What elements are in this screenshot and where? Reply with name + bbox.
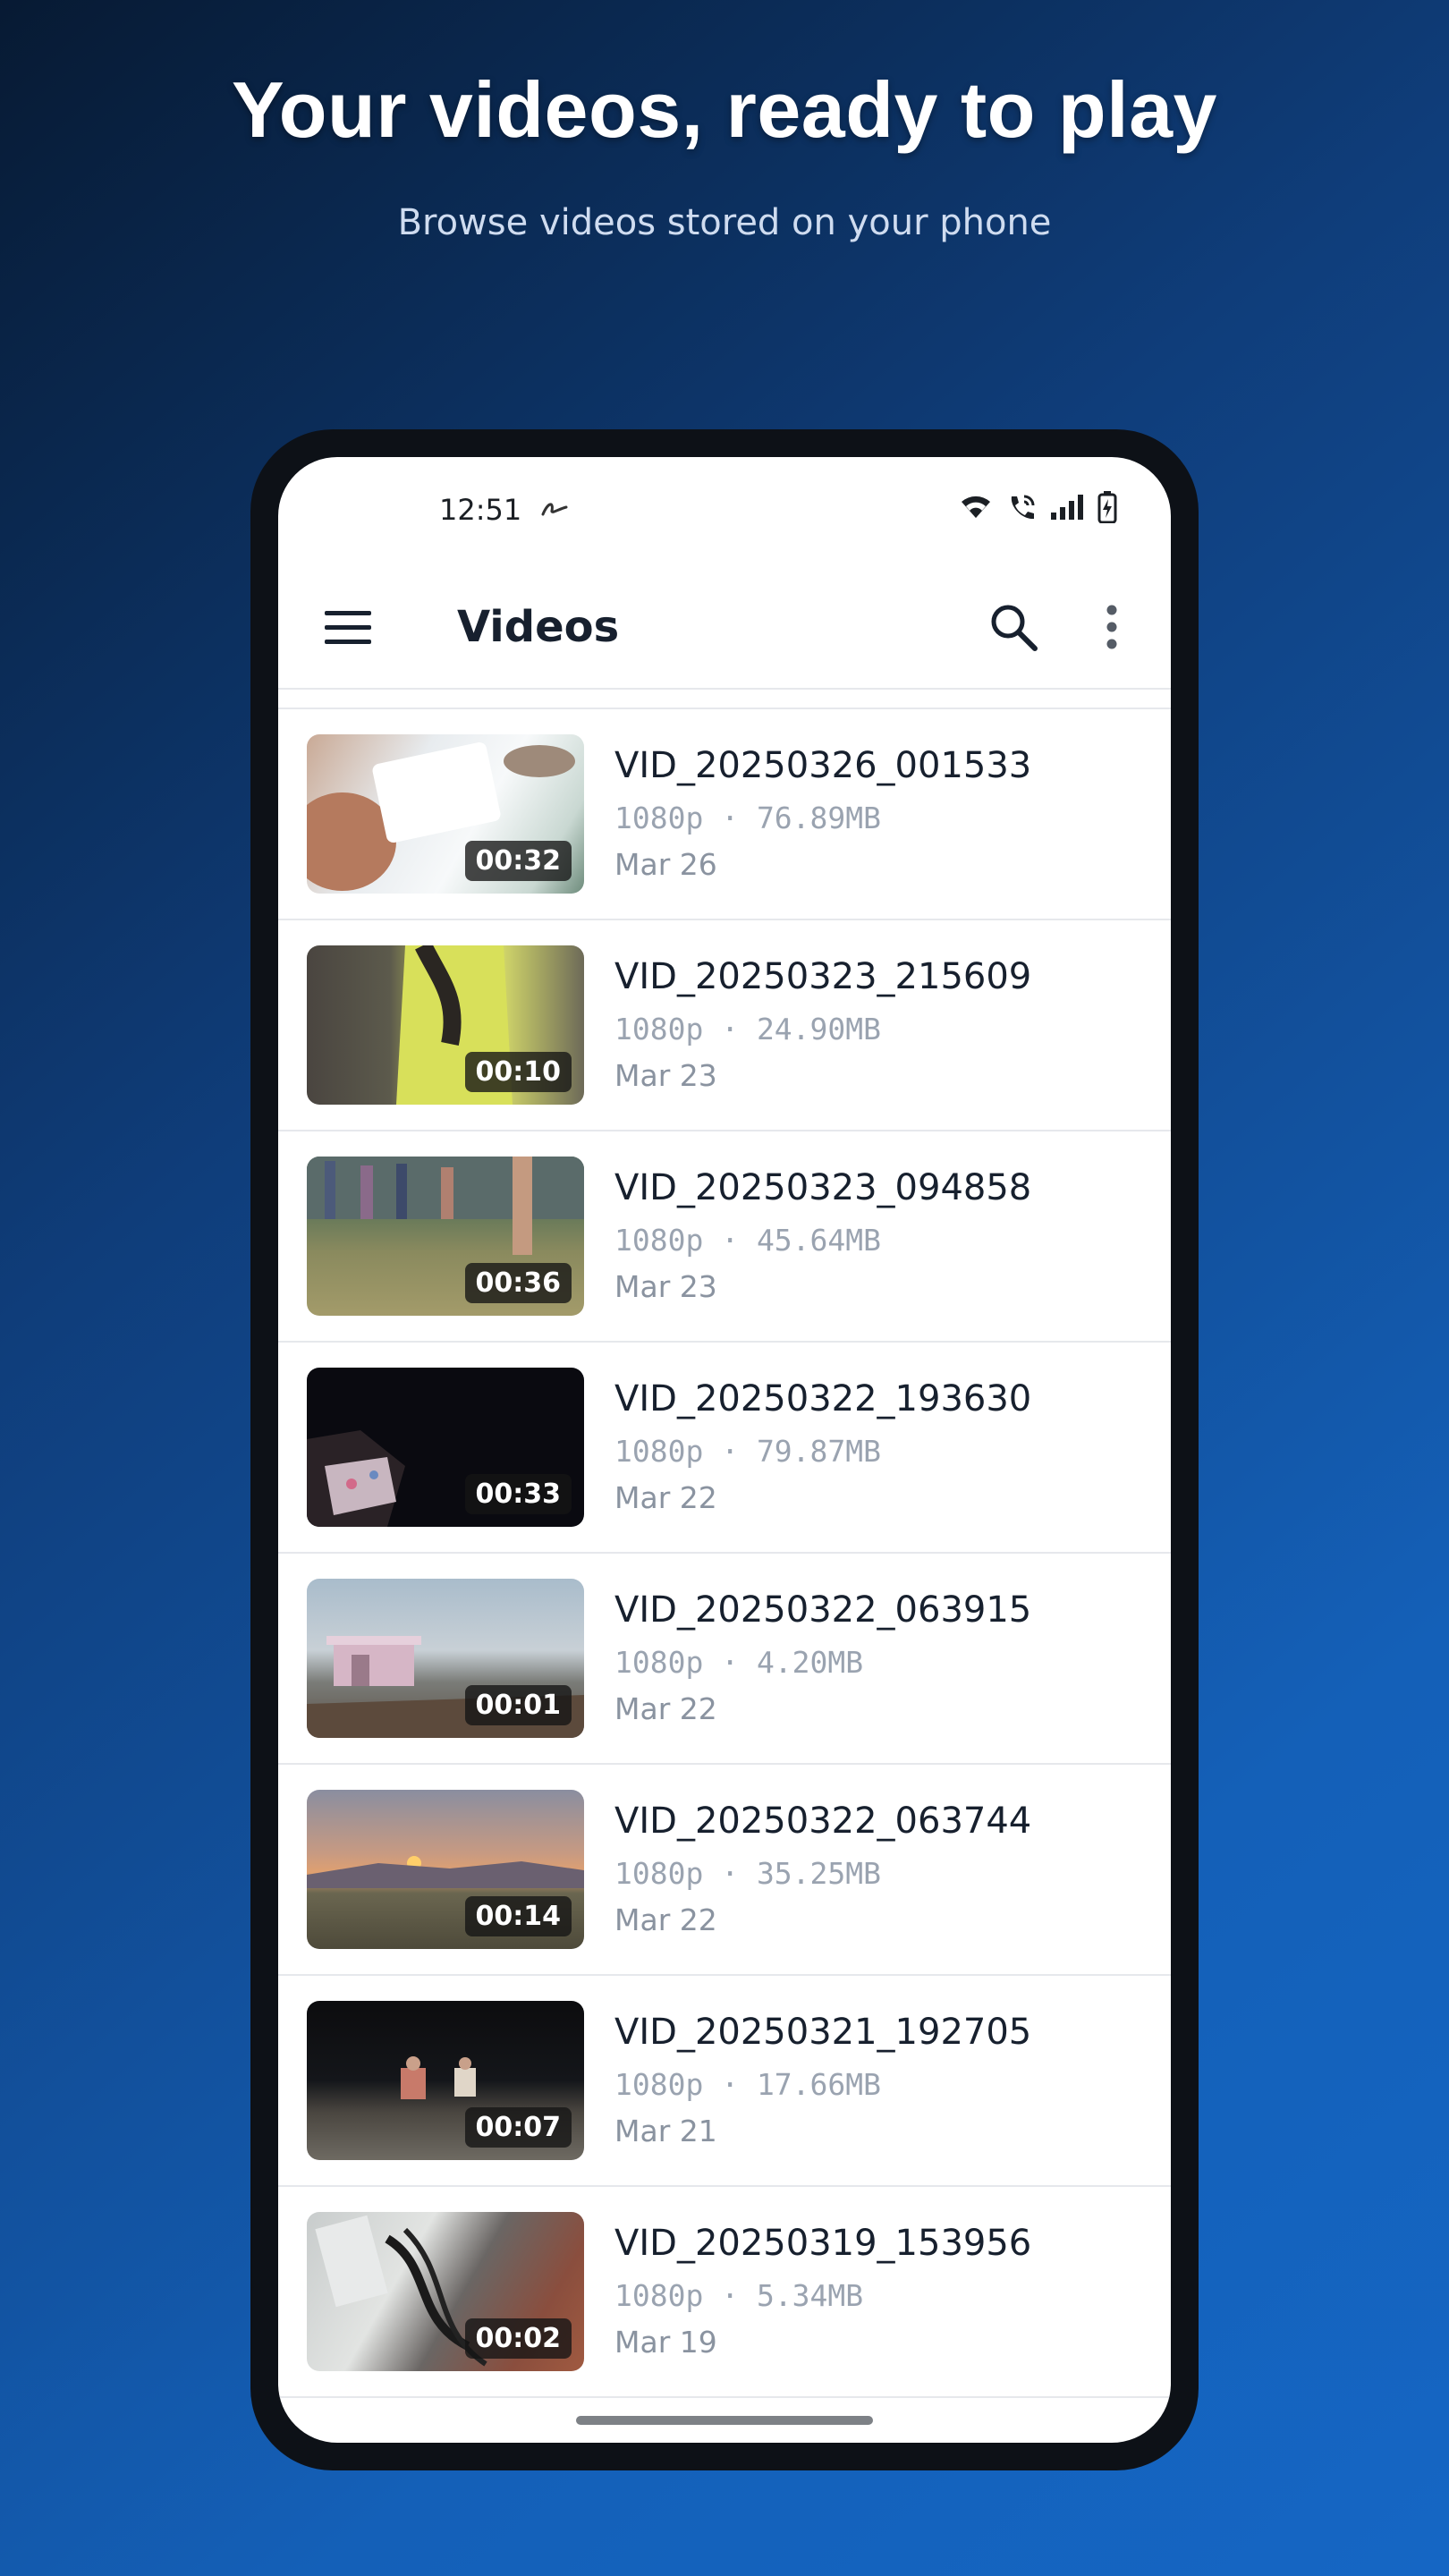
video-row[interactable]: 00:36 VID_20250323_094858 1080p · 45.64M… (278, 1131, 1171, 1343)
video-meta: 1080p · 5.34MB (614, 2278, 864, 2313)
video-duration: 00:10 (464, 1052, 572, 1092)
video-name: VID_20250322_063915 (614, 1589, 1032, 1631)
video-meta: 1080p · 79.87MB (614, 1434, 882, 1469)
video-name: VID_20250323_094858 (614, 1167, 1032, 1208)
video-row[interactable]: 00:14 VID_20250322_063744 1080p · 35.25M… (278, 1765, 1171, 1976)
more-options-button[interactable] (1090, 598, 1133, 656)
video-duration: 00:14 (464, 1896, 572, 1936)
promo-subheadline: Browse videos stored on your phone (397, 202, 1052, 243)
search-icon (991, 605, 1038, 651)
video-duration: 00:02 (464, 2318, 572, 2359)
status-bar: 12:51 (278, 457, 1171, 564)
notification-icon (539, 500, 570, 522)
video-date: Mar 26 (614, 847, 717, 882)
video-row[interactable]: 00:33 VID_20250322_193630 1080p · 79.87M… (278, 1343, 1171, 1554)
video-name: VID_20250326_001533 (614, 745, 1032, 786)
phone-frame: 12:51 Videos 00:32 VID_20250326_001533 1… (250, 429, 1199, 2470)
video-duration: 00:32 (464, 841, 572, 881)
video-row[interactable]: 00:02 VID_20250319_153956 1080p · 5.34MB… (278, 2187, 1171, 2398)
menu-button[interactable] (323, 602, 373, 652)
app-bar: Videos (278, 564, 1171, 690)
video-row[interactable]: 00:10 VID_20250323_215609 1080p · 24.90M… (278, 920, 1171, 1131)
video-thumbnail[interactable]: 00:01 (307, 1579, 584, 1738)
video-date: Mar 22 (614, 1902, 717, 1937)
video-date: Mar 22 (614, 1691, 717, 1726)
video-row[interactable]: 00:01 VID_20250322_063915 1080p · 4.20MB… (278, 1554, 1171, 1765)
video-thumbnail[interactable]: 00:07 (307, 2001, 584, 2160)
video-name: VID_20250319_153956 (614, 2223, 1032, 2264)
promo-headline: Your videos, ready to play (232, 65, 1217, 154)
phone-screen: 12:51 Videos 00:32 VID_20250326_001533 1… (278, 457, 1171, 2443)
video-meta: 1080p · 45.64MB (614, 1223, 882, 1258)
video-name: VID_20250321_192705 (614, 2012, 1032, 2053)
video-meta: 1080p · 4.20MB (614, 1645, 864, 1680)
video-list[interactable]: 00:32 VID_20250326_001533 1080p · 76.89M… (278, 709, 1171, 2398)
home-indicator[interactable] (576, 2416, 873, 2425)
video-meta: 1080p · 24.90MB (614, 1012, 882, 1046)
video-row[interactable]: 00:07 VID_20250321_192705 1080p · 17.66M… (278, 1976, 1171, 2187)
video-duration: 00:33 (464, 1474, 572, 1514)
video-date: Mar 23 (614, 1269, 717, 1304)
video-meta: 1080p · 35.25MB (614, 1856, 882, 1891)
video-duration: 00:07 (464, 2107, 572, 2148)
battery-charging-icon (1097, 491, 1117, 528)
video-date: Mar 22 (614, 1480, 717, 1515)
video-thumbnail[interactable]: 00:33 (307, 1368, 584, 1527)
wifi-icon (958, 493, 994, 526)
video-thumbnail[interactable]: 00:32 (307, 734, 584, 894)
video-thumbnail[interactable]: 00:14 (307, 1790, 584, 1949)
search-button[interactable] (985, 598, 1042, 656)
wifi-call-icon (1006, 493, 1037, 526)
status-time: 12:51 (439, 493, 522, 527)
menu-icon (325, 611, 371, 644)
video-duration: 00:36 (464, 1263, 572, 1303)
video-name: VID_20250323_215609 (614, 956, 1032, 997)
video-row[interactable]: 00:32 VID_20250326_001533 1080p · 76.89M… (278, 709, 1171, 920)
video-date: Mar 19 (614, 2325, 717, 2360)
video-duration: 00:01 (464, 1685, 572, 1725)
video-name: VID_20250322_063744 (614, 1801, 1032, 1842)
app-title: Videos (457, 602, 620, 652)
video-date: Mar 23 (614, 1058, 717, 1093)
video-thumbnail[interactable]: 00:02 (307, 2212, 584, 2371)
video-meta: 1080p · 17.66MB (614, 2067, 882, 2102)
video-meta: 1080p · 76.89MB (614, 801, 882, 835)
video-thumbnail[interactable]: 00:36 (307, 1157, 584, 1316)
signal-icon (1049, 493, 1085, 526)
video-date: Mar 21 (614, 2114, 717, 2148)
video-thumbnail[interactable]: 00:10 (307, 945, 584, 1105)
more-vert-icon (1106, 605, 1117, 649)
video-name: VID_20250322_193630 (614, 1378, 1032, 1419)
